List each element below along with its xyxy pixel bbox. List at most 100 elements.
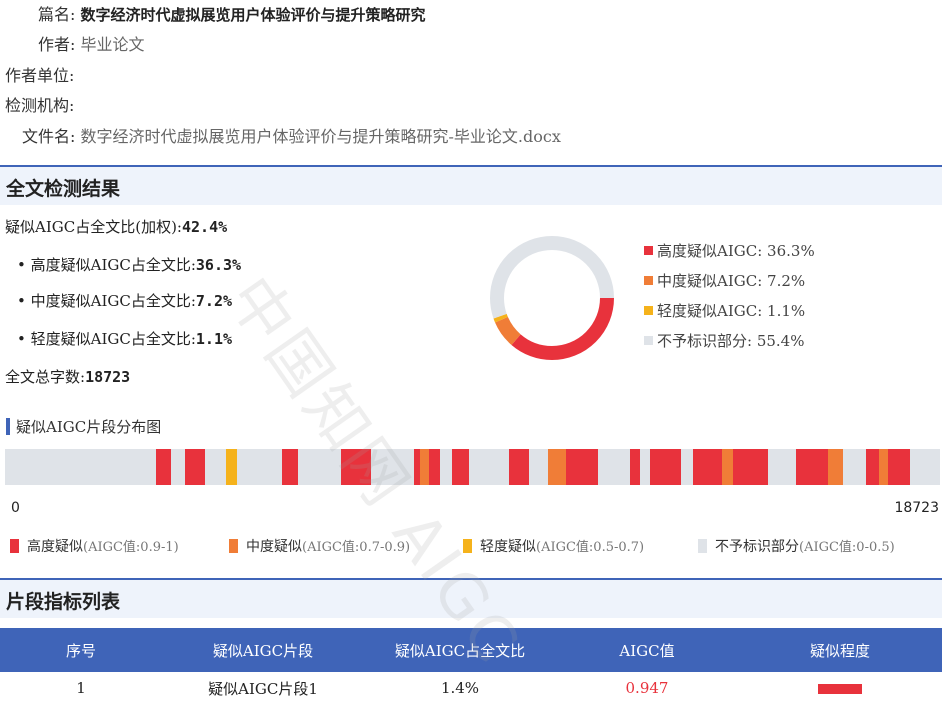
table-row[interactable]: 1 疑似AIGC片段1 1.4% 0.947 <box>0 672 942 704</box>
legend-swatch <box>644 306 653 315</box>
unit-label: 作者单位: <box>5 66 75 85</box>
mid-value: 7.2% <box>195 292 233 310</box>
row-value: 0.947 <box>625 679 669 697</box>
legend-label: 高度疑似AIGC: <box>657 242 763 260</box>
file-name: 数字经济时代虚拟展览用户体验评价与提升策略研究-毕业论文.docx <box>80 127 561 146</box>
weighted-label: 疑似AIGC占全文比(加权): <box>5 218 182 236</box>
distribution-legend-item: 中度疑似(AIGC值:0.7-0.9) <box>229 536 410 556</box>
distribution-segment-mid[interactable] <box>420 449 430 485</box>
row-segment[interactable]: 疑似AIGC片段1 <box>162 672 364 704</box>
legend-value: 36.3% <box>762 242 815 260</box>
donut-legend-item: 中度疑似AIGC: 7.2% <box>644 270 805 291</box>
legend-value: 7.2% <box>762 272 806 290</box>
distribution-segment-mid[interactable] <box>722 449 734 485</box>
distribution-segment-high[interactable] <box>629 449 641 485</box>
distribution-segment-mid[interactable] <box>548 449 566 485</box>
legend-range: (AIGC值:0.7-0.9) <box>302 540 411 555</box>
donut-legend-item: 轻度疑似AIGC: 1.1% <box>644 300 805 321</box>
total-words: 全文总字数:18723 <box>5 366 130 387</box>
legend-label: 轻度疑似 <box>480 539 536 555</box>
legend-label: 中度疑似 <box>246 539 302 555</box>
distribution-segment-high[interactable] <box>509 449 530 485</box>
author-value: 毕业论文 <box>80 35 145 54</box>
legend-swatch <box>463 539 472 553</box>
paper-title: 数字经济时代虚拟展览用户体验评价与提升策略研究 <box>80 6 426 24</box>
table-section-header: 片段指标列表 <box>0 578 942 618</box>
legend-swatch <box>10 539 19 553</box>
legend-swatch <box>698 539 707 553</box>
distribution-legend-item: 不予标识部分(AIGC值:0-0.5) <box>698 536 895 556</box>
col-no: 序号 <box>0 628 162 672</box>
legend-swatch <box>644 246 653 255</box>
distribution-segment-low[interactable] <box>226 449 238 485</box>
col-ratio: 疑似AIGC占全文比 <box>364 628 556 672</box>
low-value: 1.1% <box>195 330 233 348</box>
distribution-segment-high[interactable] <box>281 449 298 485</box>
col-segment: 疑似AIGC片段 <box>162 628 364 672</box>
result-heading: 全文检测结果 <box>6 178 121 200</box>
org-label: 检测机构: <box>5 96 75 115</box>
donut-legend-item: 不予标识部分: 55.4% <box>644 330 804 351</box>
legend-label: 中度疑似AIGC: <box>657 272 763 290</box>
high-ratio: • 高度疑似AIGC占全文比:36.3% <box>17 254 241 275</box>
row-degree <box>738 672 942 704</box>
weighted-value: 42.4% <box>181 218 228 236</box>
high-value: 36.3% <box>195 256 242 274</box>
donut-legend-item: 高度疑似AIGC: 36.3% <box>644 240 815 261</box>
legend-swatch <box>644 276 653 285</box>
low-ratio: • 轻度疑似AIGC占全文比:1.1% <box>17 328 232 349</box>
weighted-ratio: 疑似AIGC占全文比(加权):42.4% <box>5 216 227 237</box>
aigc-donut-chart <box>490 236 614 360</box>
legend-label: 不予标识部分 <box>715 539 799 555</box>
distribution-segment-high[interactable] <box>340 449 372 485</box>
org-row: 检测机构: <box>5 96 74 116</box>
author-row: 作者: 毕业论文 <box>38 35 145 55</box>
segment-table: 序号 疑似AIGC片段 疑似AIGC占全文比 AIGC值 疑似程度 1 疑似AI… <box>0 628 942 704</box>
low-label: • 轻度疑似AIGC占全文比: <box>17 330 196 348</box>
table-heading: 片段指标列表 <box>6 591 121 613</box>
distribution-segment-high[interactable] <box>155 449 172 485</box>
legend-swatch <box>229 539 238 553</box>
legend-label: 不予标识部分: <box>657 332 753 350</box>
distribution-segment-high[interactable] <box>451 449 470 485</box>
distribution-segment-high[interactable] <box>692 449 723 485</box>
distribution-segment-high[interactable] <box>733 449 769 485</box>
degree-indicator <box>818 684 862 694</box>
distribution-legend-item: 轻度疑似(AIGC值:0.5-0.7) <box>463 536 644 556</box>
legend-label: 高度疑似 <box>27 539 83 555</box>
distribution-segment-high[interactable] <box>185 449 205 485</box>
legend-label: 轻度疑似AIGC: <box>657 302 763 320</box>
high-label: • 高度疑似AIGC占全文比: <box>17 256 196 274</box>
axis-min-label: 0 <box>11 500 20 516</box>
legend-range: (AIGC值:0.9-1) <box>83 540 179 555</box>
table-header-row: 序号 疑似AIGC片段 疑似AIGC占全文比 AIGC值 疑似程度 <box>0 628 942 672</box>
distribution-segment-high[interactable] <box>413 449 421 485</box>
legend-swatch <box>644 336 653 345</box>
title-label: 篇名: <box>38 5 76 24</box>
legend-value: 1.1% <box>762 302 806 320</box>
legend-value: 55.4% <box>752 332 805 350</box>
distribution-segment-high[interactable] <box>650 449 681 485</box>
distribution-segment-high[interactable] <box>565 449 599 485</box>
title-row: 篇名: 数字经济时代虚拟展览用户体验评价与提升策略研究 <box>38 5 426 25</box>
legend-range: (AIGC值:0.5-0.7) <box>536 540 645 555</box>
distribution-bar <box>5 449 940 485</box>
distribution-segment-high[interactable] <box>866 449 880 485</box>
author-label: 作者: <box>38 35 76 54</box>
col-value: AIGC值 <box>556 628 738 672</box>
legend-range: (AIGC值:0-0.5) <box>799 540 895 555</box>
row-ratio: 1.4% <box>440 679 480 697</box>
distribution-segment-high[interactable] <box>888 449 911 485</box>
distribution-segment-high[interactable] <box>796 449 828 485</box>
distribution-title: 疑似AIGC片段分布图 <box>6 416 161 437</box>
unit-row: 作者单位: <box>5 66 74 86</box>
distribution-segment-high[interactable] <box>429 449 440 485</box>
distribution-segment-mid[interactable] <box>879 449 889 485</box>
col-degree: 疑似程度 <box>738 628 942 672</box>
distribution-segment-mid[interactable] <box>827 449 844 485</box>
axis-max-label: 18723 <box>894 500 939 516</box>
total-value: 18723 <box>85 368 131 386</box>
distribution-legend-item: 高度疑似(AIGC值:0.9-1) <box>10 536 179 556</box>
result-section-header: 全文检测结果 <box>0 165 942 205</box>
file-label: 文件名: <box>22 127 76 146</box>
